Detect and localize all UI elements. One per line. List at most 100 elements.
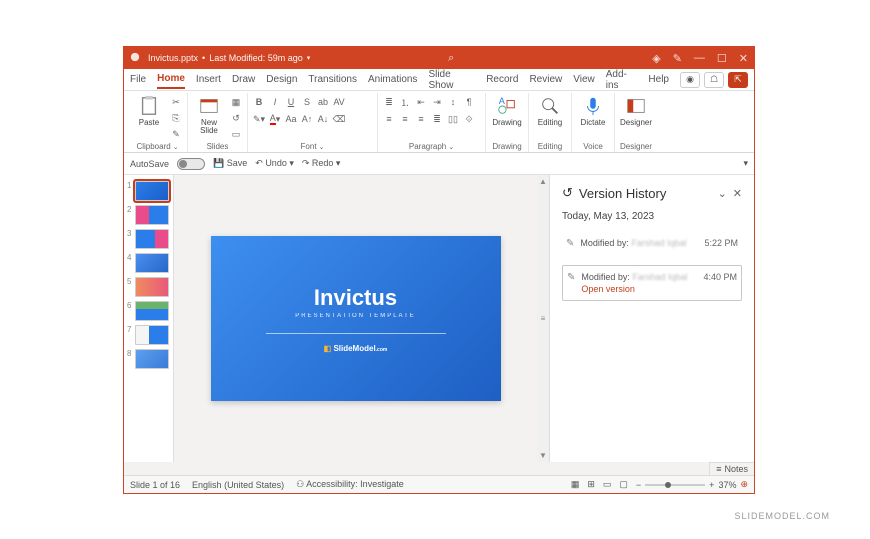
editing-button[interactable]: Editing xyxy=(533,95,567,127)
direction-button[interactable]: ¶ xyxy=(462,95,476,109)
open-version-link[interactable]: Open version xyxy=(581,284,697,294)
align-right-button[interactable]: ≡ xyxy=(414,112,428,126)
copy-icon[interactable]: ⎘ xyxy=(169,111,183,125)
shrink-font-button[interactable]: A↓ xyxy=(316,112,330,126)
clear-format-button[interactable]: ⌫ xyxy=(332,112,346,126)
tab-animations[interactable]: Animations xyxy=(368,71,417,88)
tab-review[interactable]: Review xyxy=(529,71,562,88)
sorter-view-icon[interactable]: ⊞ xyxy=(587,479,595,490)
comments-button[interactable]: ☖ xyxy=(704,72,724,88)
tab-addins[interactable]: Add-ins xyxy=(606,66,638,94)
reading-view-icon[interactable]: ▭ xyxy=(603,479,612,490)
tab-file[interactable]: File xyxy=(130,71,146,88)
indent-inc-button[interactable]: ⇥ xyxy=(430,95,444,109)
format-painter-icon[interactable]: ✎ xyxy=(169,127,183,141)
cut-icon[interactable]: ✂ xyxy=(169,95,183,109)
zoom-out-icon[interactable]: − xyxy=(636,480,641,490)
thumb-6[interactable]: 6 xyxy=(124,299,173,323)
search-icon[interactable]: ⌕ xyxy=(448,52,454,65)
line-spacing-button[interactable]: ↕ xyxy=(446,95,460,109)
pen-icon[interactable]: ✎ xyxy=(673,52,682,65)
version-entry[interactable]: ✎ Modified by: Farshad Iqbal 5:22 PM xyxy=(562,232,742,255)
pen-icon: ✎ xyxy=(566,238,574,249)
bold-button[interactable]: B xyxy=(252,95,266,109)
thumb-2[interactable]: 2 xyxy=(124,203,173,227)
drawing-button[interactable]: A Drawing xyxy=(490,95,524,127)
redo-button[interactable]: ↷ Redo ▾ xyxy=(302,158,341,169)
normal-view-icon[interactable]: ▦ xyxy=(571,479,580,490)
powerpoint-window: Invictus.pptx • Last Modified: 59m ago ▾… xyxy=(123,46,755,494)
thumb-4[interactable]: 4 xyxy=(124,251,173,275)
case-button[interactable]: Aa xyxy=(284,112,298,126)
qat-customize[interactable]: ▾ xyxy=(743,158,748,169)
bullets-button[interactable]: ≣ xyxy=(382,95,396,109)
justify-button[interactable]: ≣ xyxy=(430,112,444,126)
tab-record[interactable]: Record xyxy=(486,71,518,88)
align-center-button[interactable]: ≡ xyxy=(398,112,412,126)
scroll-split-icon[interactable]: ≡ xyxy=(541,314,546,323)
italic-button[interactable]: I xyxy=(268,95,282,109)
panel-close-icon[interactable]: ✕ xyxy=(733,187,742,200)
thumb-5[interactable]: 5 xyxy=(124,275,173,299)
camera-button[interactable]: ◉ xyxy=(680,72,700,88)
new-slide-button[interactable]: New Slide xyxy=(192,95,226,135)
grow-font-button[interactable]: A↑ xyxy=(300,112,314,126)
close-button[interactable]: ✕ xyxy=(739,52,748,65)
spacing-button[interactable]: AV xyxy=(332,95,346,109)
ribbon-tabs: File Home Insert Draw Design Transitions… xyxy=(124,69,754,91)
save-button[interactable]: 💾 Save xyxy=(213,158,247,169)
section-icon[interactable]: ▭ xyxy=(229,127,243,141)
underline-button[interactable]: U xyxy=(284,95,298,109)
indent-dec-button[interactable]: ⇤ xyxy=(414,95,428,109)
highlight-button[interactable]: ✎▾ xyxy=(252,112,266,126)
thumb-8[interactable]: 8 xyxy=(124,347,173,371)
tab-help[interactable]: Help xyxy=(648,71,669,88)
thumb-7[interactable]: 7 xyxy=(124,323,173,347)
thumb-3[interactable]: 3 xyxy=(124,227,173,251)
language-status[interactable]: English (United States) xyxy=(192,480,284,490)
scroll-up-icon[interactable]: ▲ xyxy=(539,177,547,186)
slideshow-view-icon[interactable]: ▢ xyxy=(619,479,628,490)
thumb-1[interactable]: 1 xyxy=(124,179,173,203)
smartart-button[interactable]: ⟐ xyxy=(462,112,476,126)
tab-insert[interactable]: Insert xyxy=(196,71,221,88)
version-entry-selected[interactable]: ✎ Modified by: Farshad Iqbal Open versio… xyxy=(562,265,742,301)
maximize-button[interactable]: ☐ xyxy=(717,52,727,65)
group-drawing: A Drawing Drawing xyxy=(486,93,529,152)
tab-design[interactable]: Design xyxy=(266,71,297,88)
align-left-button[interactable]: ≡ xyxy=(382,112,396,126)
dictate-button[interactable]: Dictate xyxy=(576,95,610,127)
font-color-button[interactable]: A▾ xyxy=(268,112,282,126)
undo-button[interactable]: ↶ Undo ▾ xyxy=(255,158,294,169)
scroll-down-icon[interactable]: ▼ xyxy=(539,451,547,460)
share-button[interactable]: ⇱ xyxy=(728,72,748,88)
diamond-icon[interactable]: ◈ xyxy=(652,52,660,65)
layout-icon[interactable]: ▦ xyxy=(229,95,243,109)
tab-transitions[interactable]: Transitions xyxy=(308,71,357,88)
zoom-control[interactable]: − + 37% ⊕ xyxy=(636,479,748,490)
vertical-scrollbar[interactable]: ▲ ≡ ▼ xyxy=(537,175,549,462)
slide-canvas-area: Invictus PRESENTATION TEMPLATE ◧ SlideMo… xyxy=(174,175,537,462)
notes-button[interactable]: ≡ Notes xyxy=(709,462,754,475)
tab-slideshow[interactable]: Slide Show xyxy=(428,66,475,94)
numbering-button[interactable]: ⒈ xyxy=(398,95,412,109)
slide-canvas[interactable]: Invictus PRESENTATION TEMPLATE ◧ SlideMo… xyxy=(211,236,501,401)
tab-draw[interactable]: Draw xyxy=(232,71,255,88)
designer-button[interactable]: Designer xyxy=(619,95,653,127)
accessibility-status[interactable]: ⚇ Accessibility: Investigate xyxy=(296,479,404,490)
tab-home[interactable]: Home xyxy=(157,70,185,89)
reset-icon[interactable]: ↺ xyxy=(229,111,243,125)
tab-view[interactable]: View xyxy=(573,71,595,88)
columns-button[interactable]: ▯▯ xyxy=(446,112,460,126)
zoom-slider[interactable] xyxy=(645,484,705,486)
shadow-button[interactable]: ab xyxy=(316,95,330,109)
minimize-button[interactable]: — xyxy=(694,52,705,64)
autosave-toggle[interactable] xyxy=(177,158,205,170)
fit-window-icon[interactable]: ⊕ xyxy=(740,479,748,490)
panel-expand-icon[interactable]: ⌄ xyxy=(718,187,727,200)
version-history-panel: ↺ Version History ⌄ ✕ Today, May 13, 202… xyxy=(549,175,754,462)
paste-button[interactable]: Paste xyxy=(132,95,166,127)
zoom-percent[interactable]: 37% xyxy=(718,480,736,490)
strike-button[interactable]: S xyxy=(300,95,314,109)
zoom-in-icon[interactable]: + xyxy=(709,480,714,490)
